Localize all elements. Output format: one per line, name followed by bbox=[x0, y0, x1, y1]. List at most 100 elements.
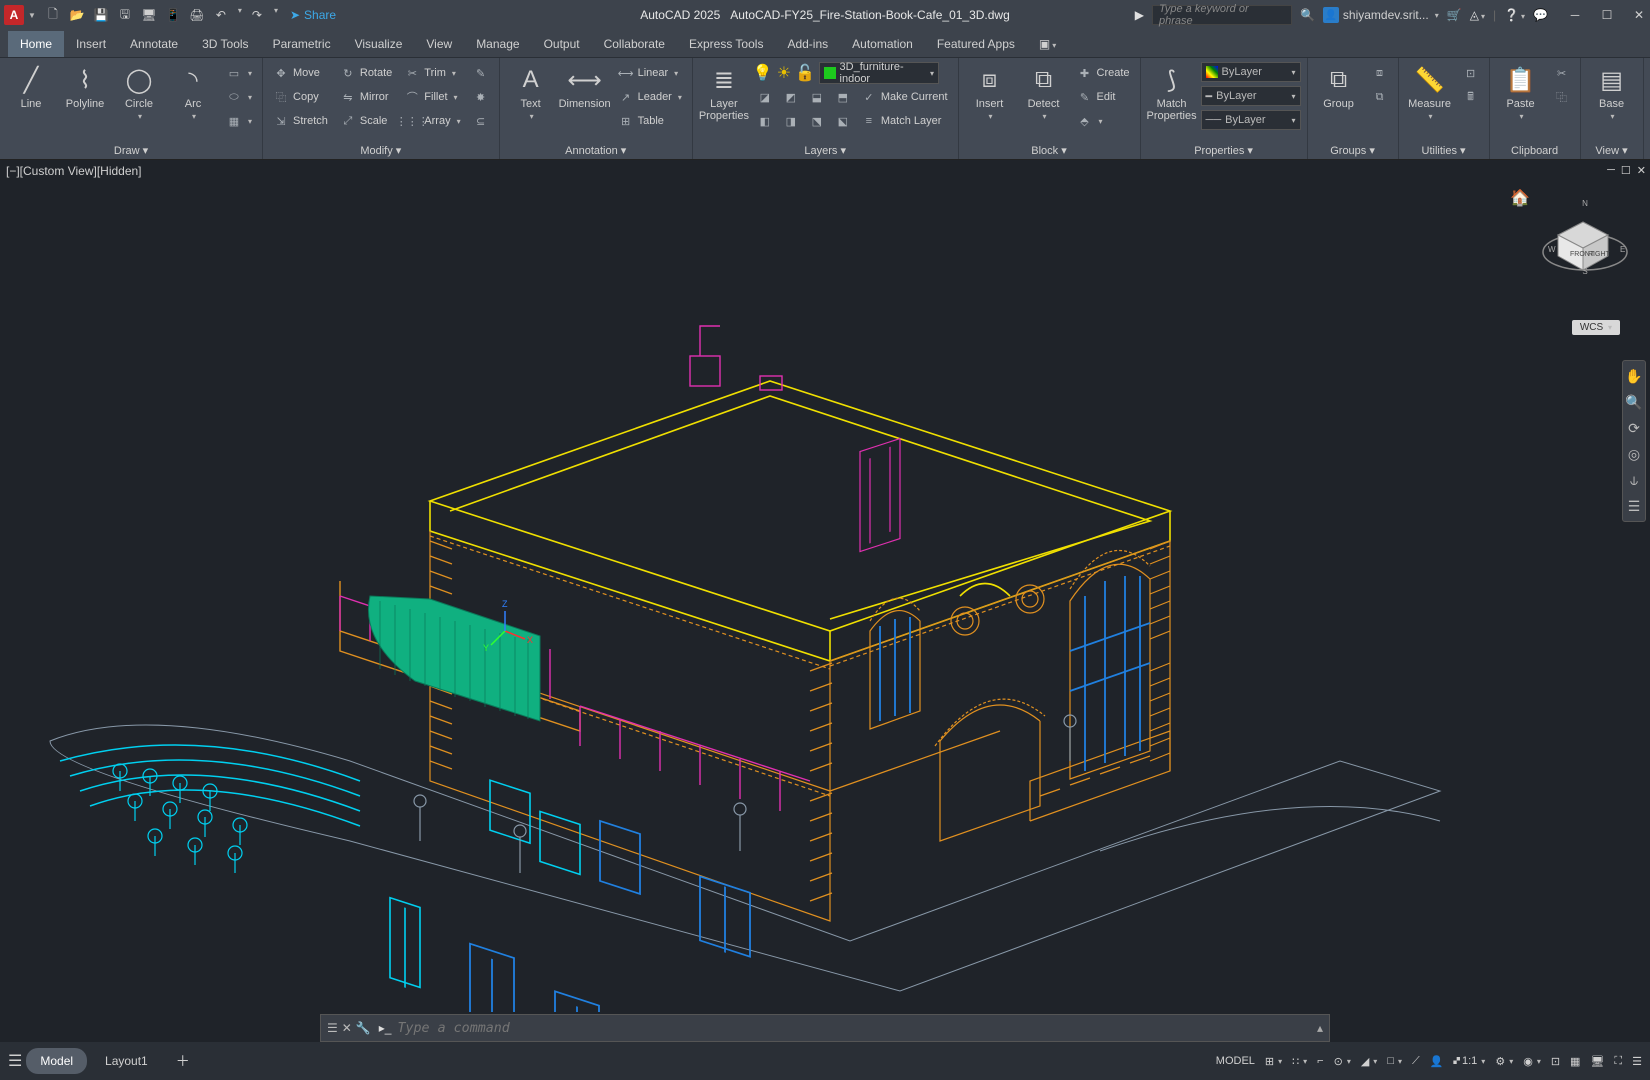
ellipse-button[interactable]: ⬭▾ bbox=[222, 86, 256, 108]
stretch-button[interactable]: ⇲Stretch bbox=[269, 110, 332, 132]
close-button[interactable]: ✕ bbox=[1632, 8, 1646, 22]
layer-sun-icon[interactable]: ☀ bbox=[777, 63, 791, 83]
layer-lock-icon[interactable]: 🔓 bbox=[795, 63, 815, 83]
open-icon[interactable]: 📂 bbox=[68, 6, 86, 24]
lineweight-combo[interactable]: ━ByLayer▾ bbox=[1201, 86, 1301, 106]
share-button[interactable]: ➤ Share bbox=[290, 8, 336, 22]
undo-icon[interactable]: ↶ bbox=[212, 6, 230, 24]
clean-screen-icon[interactable]: ⛶ bbox=[1614, 1055, 1622, 1068]
save-icon[interactable]: 💾 bbox=[92, 6, 110, 24]
create-block-button[interactable]: ✚Create bbox=[1073, 62, 1134, 84]
mobile-icon[interactable]: 📱 bbox=[164, 6, 182, 24]
search-icon[interactable]: 🔍 bbox=[1300, 8, 1315, 22]
layer-tool2[interactable]: ◩ bbox=[779, 86, 803, 108]
util1[interactable]: ⊡ bbox=[1459, 62, 1483, 84]
table-button[interactable]: ⊞Table bbox=[614, 110, 686, 132]
saveas-icon[interactable]: 🖫 bbox=[116, 6, 134, 24]
tab-annotate[interactable]: Annotate bbox=[118, 31, 190, 57]
match-properties-button[interactable]: ⟆Match Properties bbox=[1147, 60, 1197, 122]
tab-featuredapps[interactable]: Featured Apps bbox=[925, 31, 1027, 57]
panel-clipboard-label[interactable]: Clipboard bbox=[1496, 143, 1574, 159]
layout1-tab[interactable]: Layout1 bbox=[91, 1048, 162, 1074]
isolate-icon[interactable]: ▦ bbox=[1570, 1055, 1580, 1068]
vp-close[interactable]: ✕ bbox=[1637, 164, 1646, 177]
annotation-monitor-icon[interactable]: ⊡ bbox=[1551, 1055, 1560, 1068]
cmd-recent-icon[interactable]: ☰ bbox=[327, 1021, 338, 1035]
tab-3dtools[interactable]: 3D Tools bbox=[190, 31, 260, 57]
color-combo[interactable]: ByLayer▾ bbox=[1201, 62, 1301, 82]
scale-button[interactable]: ⤢Scale bbox=[336, 110, 396, 132]
insert-button[interactable]: ⧈Insert▾ bbox=[965, 60, 1015, 122]
search-input[interactable]: Type a keyword or phrase bbox=[1152, 5, 1292, 25]
rect-button[interactable]: ▭▾ bbox=[222, 62, 256, 84]
autodesk-icon[interactable]: ◬▾ bbox=[1470, 8, 1485, 22]
maximize-button[interactable]: ☐ bbox=[1600, 8, 1614, 22]
snap-icon[interactable]: ∷ ▾ bbox=[1292, 1055, 1307, 1068]
transparency-icon[interactable]: 👤 bbox=[1430, 1055, 1444, 1068]
panel-view-label[interactable]: View ▾ bbox=[1587, 142, 1637, 159]
ortho-icon[interactable]: ⌐ bbox=[1317, 1055, 1323, 1067]
tab-output[interactable]: Output bbox=[532, 31, 592, 57]
paste-button[interactable]: 📋Paste▾ bbox=[1496, 60, 1546, 122]
cart-icon[interactable]: 🛒 bbox=[1447, 8, 1462, 22]
help-icon[interactable]: ❔▾ bbox=[1504, 8, 1525, 22]
menu-icon[interactable]: ☰ bbox=[8, 1051, 22, 1071]
command-input[interactable] bbox=[397, 1021, 1316, 1036]
redo-icon[interactable]: ↷ bbox=[248, 6, 266, 24]
panel-utilities-label[interactable]: Utilities ▾ bbox=[1405, 142, 1483, 159]
layer-tool4[interactable]: ⬒ bbox=[831, 86, 855, 108]
base-button[interactable]: ▤Base▾ bbox=[1587, 60, 1637, 122]
ungroup-button[interactable]: ⧈ bbox=[1368, 62, 1392, 84]
polyline-button[interactable]: ⌇Polyline bbox=[60, 60, 110, 110]
tab-automation[interactable]: Automation bbox=[840, 31, 925, 57]
osnap-icon[interactable]: □ ▾ bbox=[1387, 1055, 1402, 1067]
customize-status-icon[interactable]: ☰ bbox=[1632, 1055, 1642, 1068]
user-menu[interactable]: 👤 shiyamdev.srit... ▾ bbox=[1323, 7, 1439, 23]
panel-groups-label[interactable]: Groups ▾ bbox=[1314, 142, 1392, 159]
viewport-label[interactable]: [−][Custom View][Hidden] bbox=[6, 164, 142, 178]
layer-tool7[interactable]: ⬔ bbox=[805, 110, 829, 132]
panel-block-label[interactable]: Block ▾ bbox=[965, 142, 1134, 159]
drawing-canvas[interactable]: [−][Custom View][Hidden] ─ ☐ ✕ 🏠 N W E S… bbox=[0, 160, 1650, 1042]
edit-block-button[interactable]: ✎Edit bbox=[1073, 86, 1134, 108]
vp-minimize[interactable]: ─ bbox=[1607, 164, 1615, 177]
grid-icon[interactable]: ⊞ ▾ bbox=[1265, 1055, 1282, 1068]
workspace-icon[interactable]: ◉ ▾ bbox=[1523, 1055, 1541, 1068]
group-edit-button[interactable]: ⧉ bbox=[1368, 86, 1392, 108]
layer-tool1[interactable]: ◪ bbox=[753, 86, 777, 108]
panel-annotation-label[interactable]: Annotation ▾ bbox=[506, 142, 686, 159]
tab-manage[interactable]: Manage bbox=[464, 31, 531, 57]
cmd-customize-icon[interactable]: 🔧 bbox=[356, 1021, 371, 1035]
line-button[interactable]: ╱Line bbox=[6, 60, 56, 110]
tab-home[interactable]: Home bbox=[8, 31, 64, 57]
dimension-button[interactable]: ⟷Dimension bbox=[560, 60, 610, 110]
layer-tool6[interactable]: ◨ bbox=[779, 110, 803, 132]
arc-button[interactable]: ◝Arc▾ bbox=[168, 60, 218, 122]
panel-modify-label[interactable]: Modify ▾ bbox=[269, 142, 493, 159]
isodraft-icon[interactable]: ◢ ▾ bbox=[1361, 1055, 1377, 1068]
match-layer-button[interactable]: ≡Match Layer bbox=[857, 110, 946, 132]
tab-insert[interactable]: Insert bbox=[64, 31, 118, 57]
tab-collaborate[interactable]: Collaborate bbox=[592, 31, 677, 57]
polar-icon[interactable]: ⊙ ▾ bbox=[1334, 1055, 1351, 1068]
linetype-combo[interactable]: ──ByLayer▾ bbox=[1201, 110, 1301, 130]
cmd-close-icon[interactable]: ✕ bbox=[342, 1021, 352, 1035]
web-icon[interactable]: 🖥 bbox=[140, 6, 158, 24]
edit-attr-button[interactable]: ⬘▾ bbox=[1073, 110, 1134, 132]
tab-focus[interactable]: ▣▾ bbox=[1027, 31, 1068, 57]
layer-bulb-icon[interactable]: 💡 bbox=[753, 63, 773, 83]
move-button[interactable]: ✥Move bbox=[269, 62, 332, 84]
search-trigger-icon[interactable]: ▶ bbox=[1135, 8, 1144, 22]
minimize-button[interactable]: ─ bbox=[1568, 8, 1582, 22]
add-layout-button[interactable]: ＋ bbox=[166, 1047, 200, 1075]
hardware-icon[interactable]: 🖥 bbox=[1590, 1055, 1604, 1068]
make-current-button[interactable]: ✓Make Current bbox=[857, 86, 952, 108]
layer-properties-button[interactable]: ≣Layer Properties bbox=[699, 60, 749, 122]
app-menu-icon[interactable]: A bbox=[4, 5, 24, 25]
vp-maximize[interactable]: ☐ bbox=[1621, 164, 1631, 177]
new-icon[interactable]: 🗋 bbox=[44, 6, 62, 24]
tab-expresstools[interactable]: Express Tools bbox=[677, 31, 775, 57]
trim-button[interactable]: ✂Trim▾ bbox=[400, 62, 464, 84]
hatch-button[interactable]: ▦▾ bbox=[222, 110, 256, 132]
model-tab[interactable]: Model bbox=[26, 1048, 87, 1074]
